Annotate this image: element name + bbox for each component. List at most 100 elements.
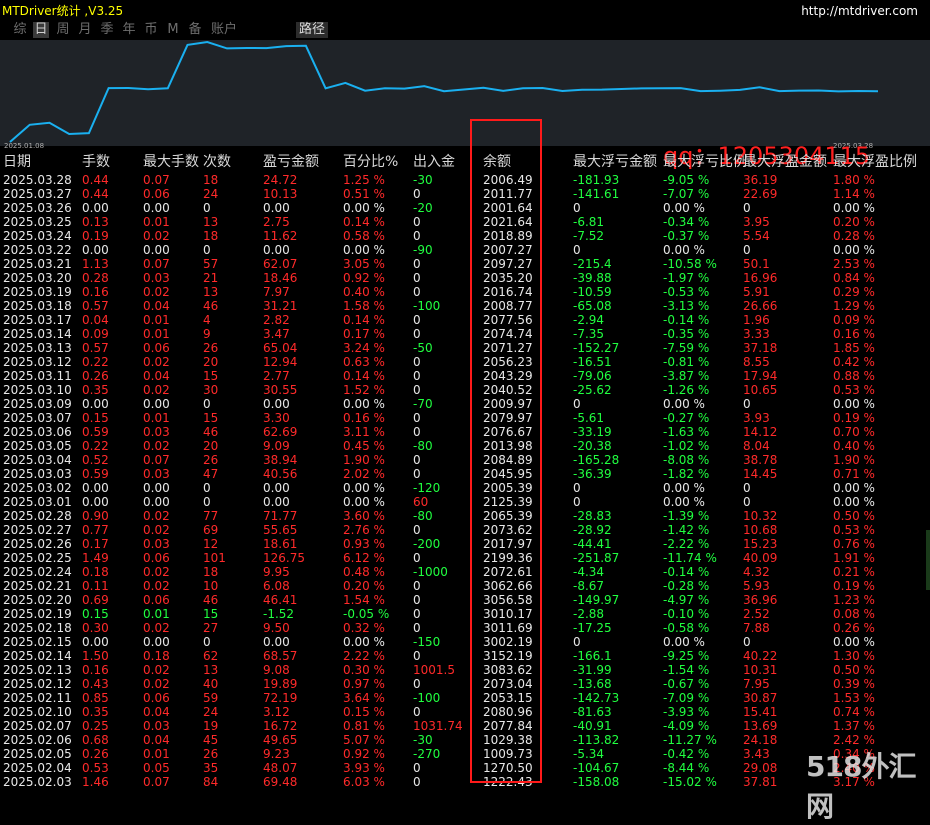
cell-date: 2025.03.22 — [3, 243, 72, 257]
path-button[interactable]: 路径 — [296, 22, 329, 38]
tab-5[interactable]: 年 — [121, 22, 137, 38]
cell-max-float-loss: -65.08 — [573, 299, 612, 313]
cell-lots: 0.17 — [82, 537, 109, 551]
cell-deposit: 0 — [413, 649, 421, 663]
cell-date: 2025.02.11 — [3, 691, 72, 705]
cell-max-lots: 0.01 — [143, 313, 170, 327]
cell-pnl: 9.23 — [263, 747, 290, 761]
cell-count: 40 — [203, 677, 219, 691]
cell-max-float-loss: -181.93 — [573, 173, 620, 187]
cell-date: 2025.03.04 — [3, 453, 72, 467]
cell-max-lots: 0.00 — [143, 495, 170, 509]
cell-max-float-profit-pct: 0.84 % — [833, 271, 875, 285]
cell-pnl: 18.46 — [263, 271, 298, 285]
cell-max-lots: 0.00 — [143, 397, 170, 411]
cell-max-float-loss-pct: -3.93 % — [663, 705, 710, 719]
table-row: 2025.02.15 0.00 0.00 0 0.00 0.00 % -150 3002.19… — [0, 635, 930, 649]
cell-lots: 0.04 — [82, 313, 109, 327]
tab-2[interactable]: 周 — [55, 22, 71, 38]
cell-pnl: 68.57 — [263, 649, 298, 663]
cell-pnl: 0.00 — [263, 635, 290, 649]
cell-max-float-loss: -10.59 — [573, 285, 612, 299]
cell-deposit: 0 — [413, 327, 421, 341]
cell-deposit: -30 — [413, 173, 433, 187]
cell-pct: 1.90 % — [343, 453, 385, 467]
cell-max-float-profit: 15.23 — [743, 537, 778, 551]
tab-9[interactable]: 账户 — [209, 22, 239, 38]
table-row: 2025.02.05 0.26 0.01 26 9.23 0.92 % -270 1009.7… — [0, 747, 930, 761]
cell-balance: 2005.39 — [483, 481, 533, 495]
cell-deposit: 1031.74 — [413, 719, 463, 733]
cell-max-float-profit: 36.96 — [743, 593, 778, 607]
cell-max-float-loss-pct: -3.87 % — [663, 369, 710, 383]
tab-0[interactable]: 综 — [12, 22, 28, 38]
cell-count: 18 — [203, 565, 219, 579]
cell-deposit: 0 — [413, 257, 421, 271]
cell-max-float-profit-pct: 1.37 % — [833, 719, 875, 733]
cell-date: 2025.03.05 — [3, 439, 72, 453]
table-row: 2025.02.10 0.35 0.04 24 3.12 0.15 % 0 2080.96 -8… — [0, 705, 930, 719]
cell-max-float-loss-pct: -0.34 % — [663, 215, 710, 229]
cell-max-float-profit-pct: 0.71 % — [833, 467, 875, 481]
cell-count: 12 — [203, 537, 219, 551]
cell-max-float-loss: 0 — [573, 397, 581, 411]
cell-max-float-profit-pct: 0.21 % — [833, 565, 875, 579]
cell-max-float-loss-pct: 0.00 % — [663, 481, 705, 495]
table-row: 2025.02.14 1.50 0.18 62 68.57 2.22 % 0 3152.19 -… — [0, 649, 930, 663]
tab-7[interactable]: M — [165, 22, 181, 38]
cell-pct: 3.11 % — [343, 425, 385, 439]
cell-max-float-profit-pct: 0.00 % — [833, 243, 875, 257]
cell-date: 2025.02.18 — [3, 621, 72, 635]
scrollbar[interactable] — [926, 530, 930, 590]
column-header-9: 最大浮亏比例 — [663, 154, 747, 170]
cell-date: 2025.03.11 — [3, 369, 72, 383]
cell-count: 21 — [203, 271, 219, 285]
cell-count: 13 — [203, 215, 219, 229]
cell-max-float-loss-pct: -8.08 % — [663, 453, 710, 467]
cell-max-lots: 0.04 — [143, 733, 170, 747]
tab-1[interactable]: 日 — [33, 22, 49, 38]
site-url-link[interactable]: http://mtdriver.com — [801, 4, 918, 18]
cell-pct: 0.00 % — [343, 635, 385, 649]
tab-8[interactable]: 备 — [187, 22, 203, 38]
tab-6[interactable]: 币 — [143, 22, 159, 38]
cell-max-float-profit: 10.65 — [743, 383, 778, 397]
cell-pnl: 10.13 — [263, 187, 298, 201]
cell-pnl: 0.00 — [263, 243, 290, 257]
cell-max-float-profit-pct: 0.40 % — [833, 439, 875, 453]
tab-4[interactable]: 季 — [99, 22, 115, 38]
site-logo: 518外汇网 — [806, 750, 916, 823]
cell-max-float-profit-pct: 1.29 % — [833, 299, 875, 313]
cell-max-float-loss-pct: -1.63 % — [663, 425, 710, 439]
cell-deposit: 0 — [413, 705, 421, 719]
cell-balance: 1009.73 — [483, 747, 533, 761]
cell-balance: 2053.15 — [483, 691, 533, 705]
cell-max-float-loss: -20.38 — [573, 439, 612, 453]
cell-deposit: -80 — [413, 439, 433, 453]
cell-deposit: 0 — [413, 229, 421, 243]
cell-pnl: 3.47 — [263, 327, 290, 341]
cell-max-float-loss: -7.52 — [573, 229, 605, 243]
cell-max-float-profit: 0 — [743, 243, 751, 257]
cell-balance: 3011.69 — [483, 621, 533, 635]
table-row: 2025.02.24 0.18 0.02 18 9.95 0.48 % -1000 2072.… — [0, 565, 930, 579]
cell-deposit: 0 — [413, 425, 421, 439]
cell-max-float-profit: 17.94 — [743, 369, 778, 383]
cell-max-float-loss-pct: -0.53 % — [663, 285, 710, 299]
tab-3[interactable]: 月 — [77, 22, 93, 38]
cell-pnl: 9.95 — [263, 565, 290, 579]
cell-lots: 0.44 — [82, 187, 109, 201]
cell-deposit: 0 — [413, 285, 421, 299]
cell-date: 2025.03.20 — [3, 271, 72, 285]
cell-max-float-profit: 36.19 — [743, 173, 778, 187]
cell-date: 2025.03.19 — [3, 285, 72, 299]
cell-lots: 0.52 — [82, 453, 109, 467]
cell-count: 77 — [203, 509, 219, 523]
cell-max-float-loss: -40.91 — [573, 719, 612, 733]
cell-deposit: 0 — [413, 761, 421, 775]
table-row: 2025.03.09 0.00 0.00 0 0.00 0.00 % -70 2009.97 0… — [0, 397, 930, 411]
cell-max-lots: 0.02 — [143, 565, 170, 579]
cell-max-lots: 0.02 — [143, 383, 170, 397]
cell-pnl: 62.69 — [263, 425, 298, 439]
cell-max-float-loss: -4.34 — [573, 565, 605, 579]
